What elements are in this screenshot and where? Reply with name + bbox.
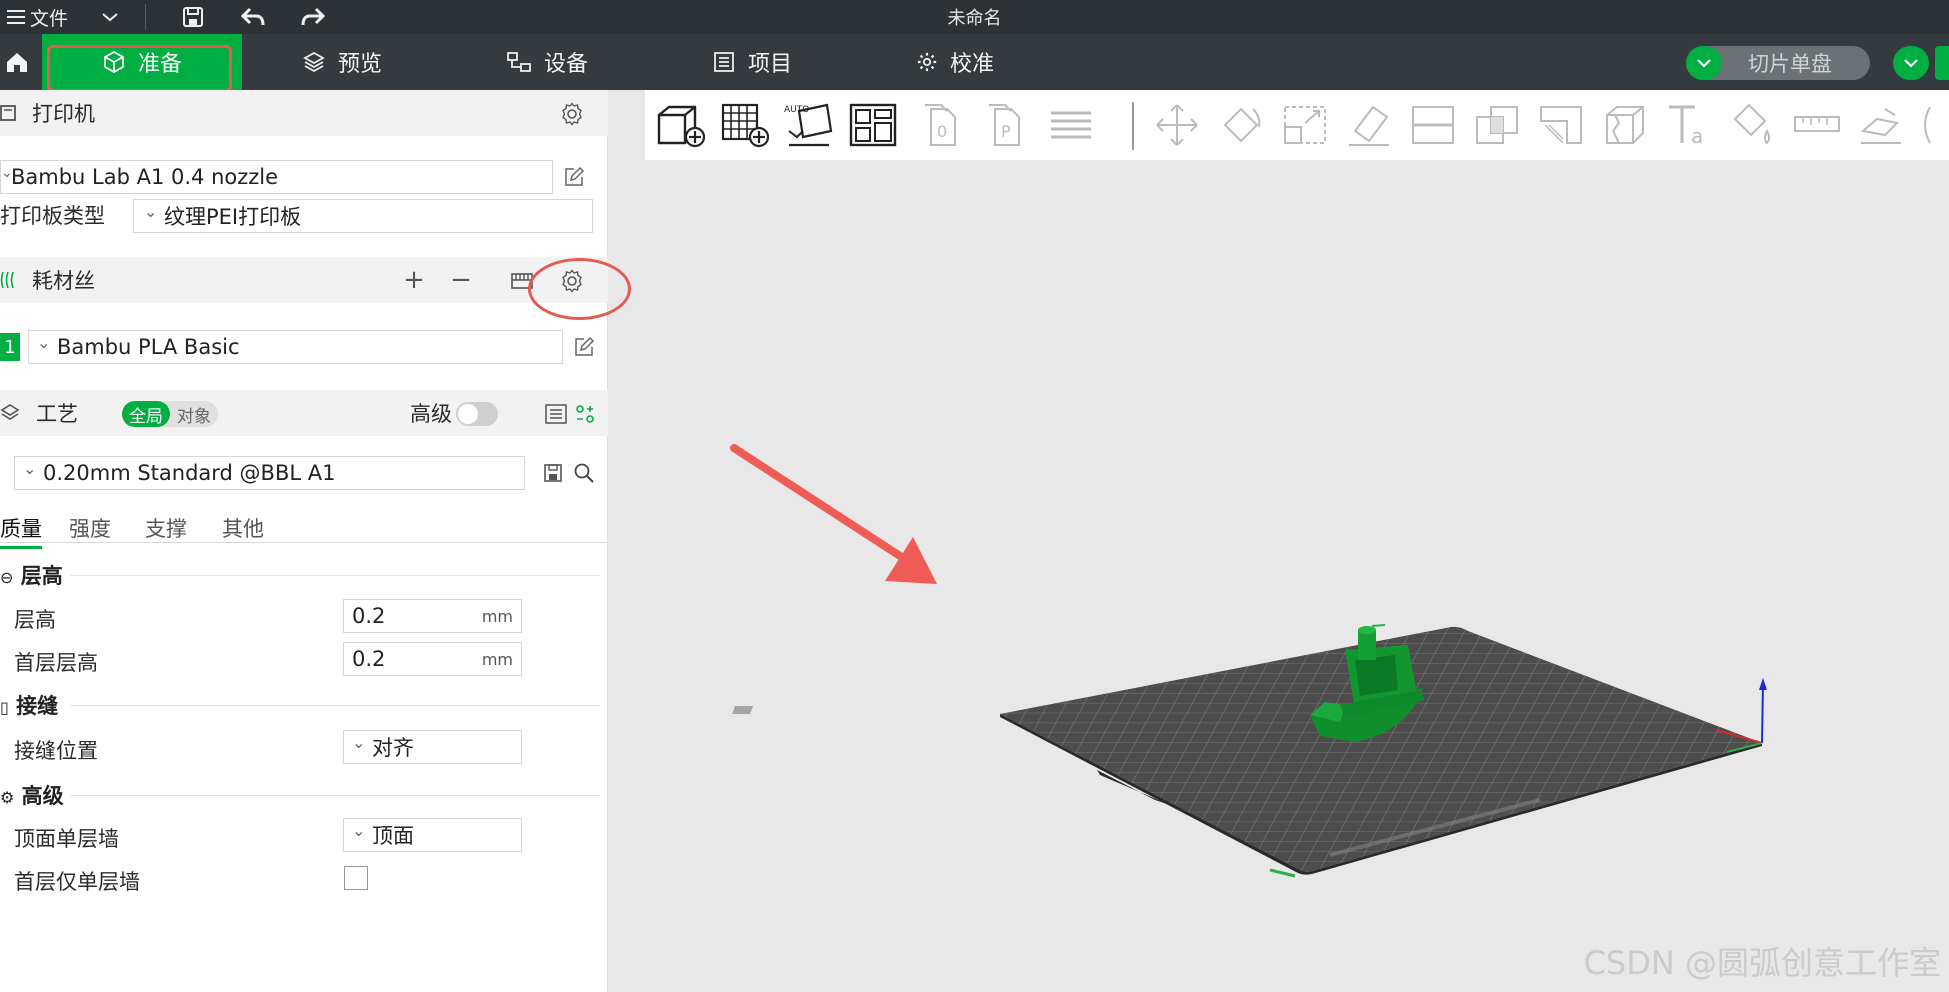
plate-marker	[1371, 624, 1386, 627]
build-plate	[732, 626, 1762, 875]
plate-marker	[1269, 868, 1296, 878]
viewport-3d[interactable]	[0, 0, 1949, 992]
annotation-arrow	[730, 444, 937, 584]
watermark: CSDN @圆弧创意工作室	[1583, 944, 1941, 982]
